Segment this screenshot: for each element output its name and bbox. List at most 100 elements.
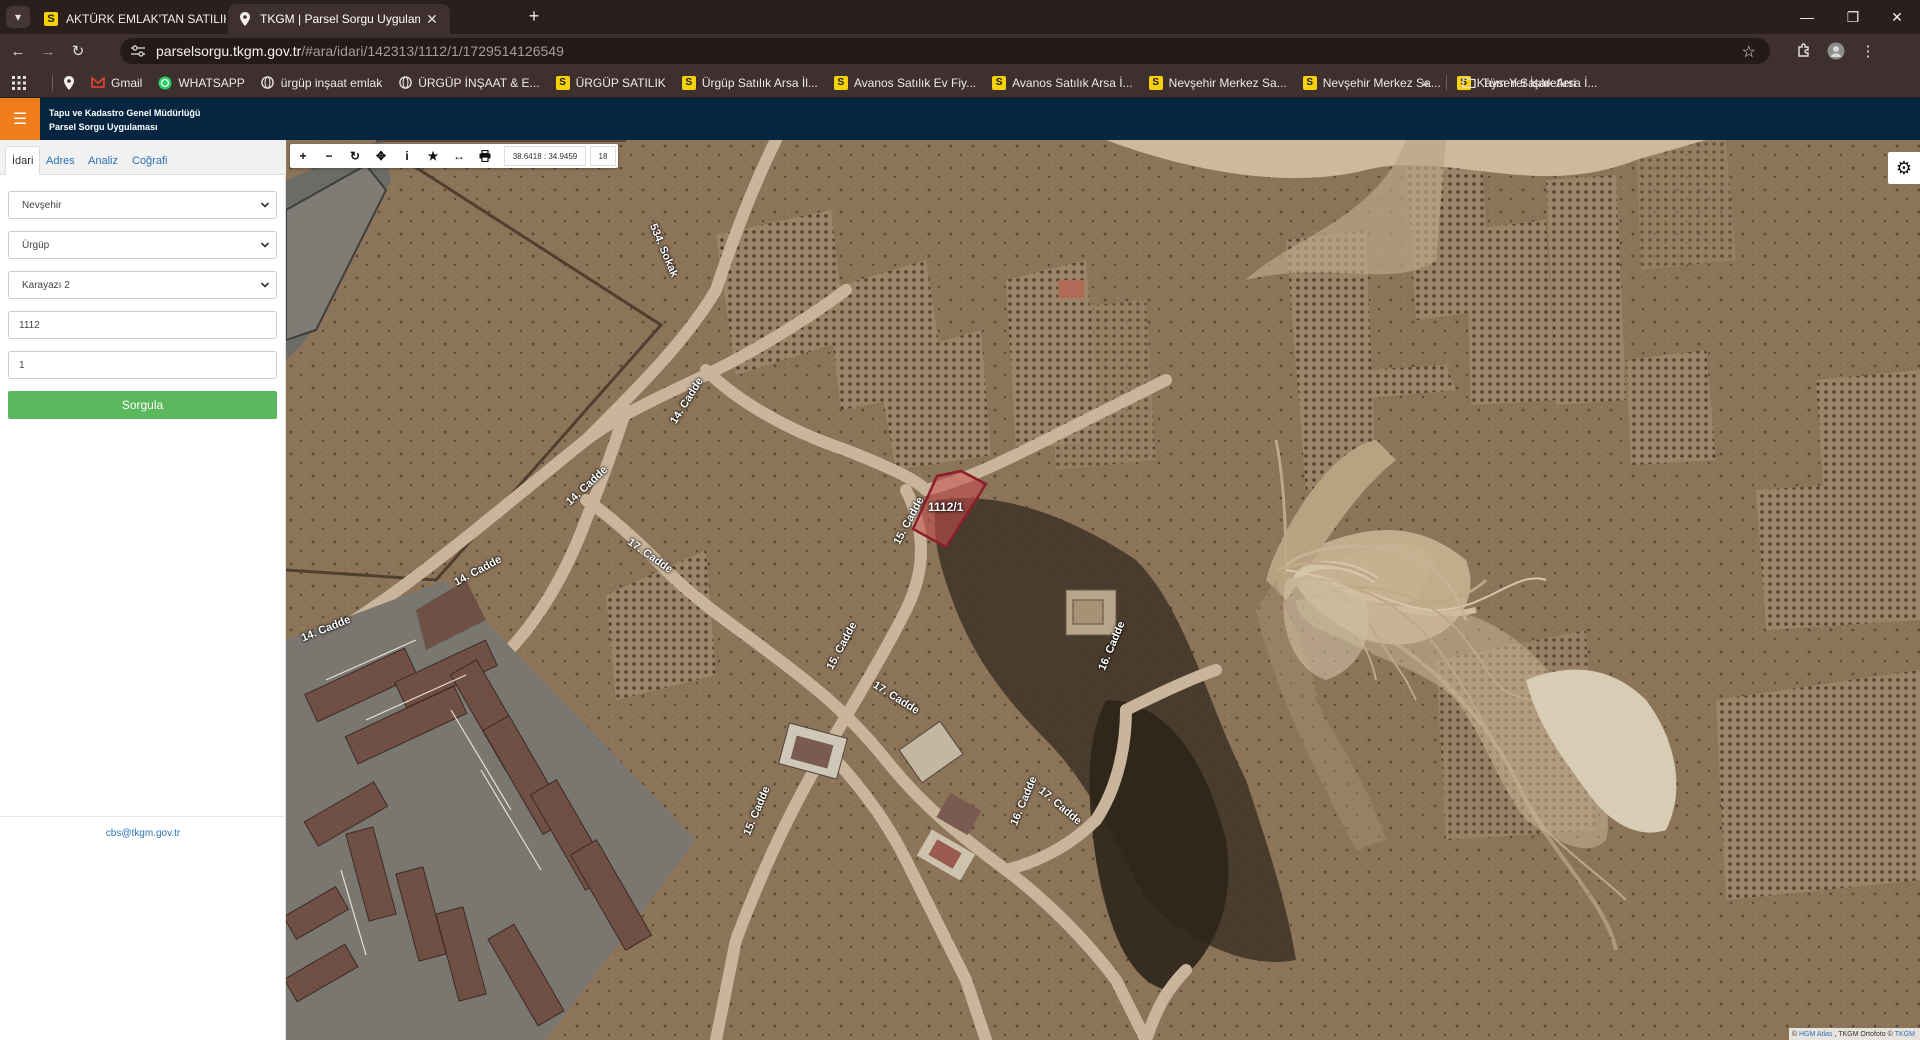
bookmark-label: Nevşehir Merkez Sa...	[1168, 75, 1287, 90]
bookmark-nevsehir-merkez-2[interactable]: S Nevşehir Merkez Sa...	[1302, 75, 1441, 90]
parsel-input[interactable]: 1	[8, 351, 277, 379]
tab-list-chevron-icon[interactable]: ▾	[6, 6, 30, 28]
folder-icon	[1462, 76, 1476, 90]
coordinate-display: 38.6418 : 34.9459	[504, 146, 586, 166]
chevron-down-icon	[260, 202, 270, 208]
window-close-icon[interactable]: ✕	[1874, 0, 1920, 34]
il-select[interactable]: Nevşehir	[8, 191, 277, 219]
move-crosshair-icon[interactable]: ✥	[368, 144, 394, 168]
apps-grid-icon[interactable]	[12, 75, 26, 90]
zoom-out-icon[interactable]: −	[316, 144, 342, 168]
s-icon: S	[1148, 75, 1163, 90]
sidebar-tabs: İdari Adres Analiz Coğrafi	[0, 140, 286, 175]
tab-cografi[interactable]: Coğrafi	[126, 146, 173, 175]
attribution-prefix: ©	[1791, 1030, 1797, 1038]
print-icon[interactable]	[472, 144, 498, 168]
mahalle-select[interactable]: Karayazı 2	[8, 271, 277, 299]
sorgula-button[interactable]: Sorgula	[8, 391, 277, 419]
url-path: /#ara/idari/142313/1112/1/1729514126549	[301, 43, 564, 59]
tkgm-link[interactable]: TKGM	[1895, 1031, 1915, 1038]
zoom-level-display: 18	[590, 146, 616, 166]
il-select-value: Nevşehir	[22, 199, 62, 211]
bookmark-label: ürgüp inşaat emlak	[280, 75, 383, 90]
refresh-icon[interactable]: ↻	[342, 144, 368, 168]
bookmark-label: ÜRGÜP SATILIK	[575, 75, 666, 90]
new-tab-plus-icon[interactable]: +	[522, 6, 546, 27]
close-tab-icon[interactable]: ✕	[424, 11, 440, 28]
ilce-select-value: Ürgüp	[22, 239, 50, 251]
zoom-in-icon[interactable]: +	[290, 144, 316, 168]
app-title: Tapu ve Kadastro Genel Müdürlüğü Parsel …	[49, 106, 200, 134]
browser-tab-bar: ▾ S AKTÜRK EMLAK'TAN SATILIK BE ✕ TKGM |…	[0, 0, 1920, 34]
tab-analiz[interactable]: Analiz	[82, 146, 124, 175]
bookmark-star-icon[interactable]: ☆	[1742, 42, 1756, 62]
attribution-middle: , TKGM Ortofoto ©	[1834, 1030, 1893, 1038]
bookmark-separator	[1446, 74, 1447, 91]
browser-toolbar: ← → ↻ parselsorgu.tkgm.gov.tr/#ara/idari…	[0, 34, 1920, 68]
s-icon: S	[44, 12, 58, 26]
bookmark-urgup-insaat-emlak[interactable]: ürgüp inşaat emlak	[261, 76, 382, 90]
bookmarks-overflow-chevron-icon[interactable]: »	[1422, 76, 1429, 90]
back-arrow-icon[interactable]: ←	[6, 40, 30, 62]
minimize-icon[interactable]: —	[1784, 0, 1830, 34]
chevron-down-icon	[260, 242, 270, 248]
reload-icon[interactable]: ↻	[66, 40, 90, 62]
bookmark-label: Avanos Satılık Ev Fiy...	[853, 75, 977, 90]
browser-tab-akturk[interactable]: S AKTÜRK EMLAK'TAN SATILIK BE ✕	[34, 4, 256, 34]
settings-gear-icon[interactable]: ⚙	[1888, 152, 1920, 184]
bookmark-urgup-satilik[interactable]: S ÜRGÜP SATILIK	[555, 75, 666, 90]
browser-tab-tkgm[interactable]: TKGM | Parsel Sorgu Uygulama ✕	[228, 4, 450, 34]
mahalle-select-value: Karayazı 2	[22, 279, 70, 291]
whatsapp-icon	[158, 76, 172, 90]
s-icon: S	[555, 75, 570, 90]
hgm-atlas-link[interactable]: HGM Atlas	[1799, 1031, 1832, 1038]
ada-input[interactable]: 1112	[8, 311, 277, 339]
more-vert-icon[interactable]: ⋮	[1856, 40, 1880, 62]
bookmark-whatsapp[interactable]: WHATSAPP	[158, 75, 245, 90]
map-toolbar: + − ↻ ✥ i ★ ↔ 38.6418 : 34.9459 18	[290, 144, 618, 168]
app-title-line2: Parsel Sorgu Uygulaması	[49, 122, 158, 132]
bookmark-urgup-insaat-e[interactable]: ÜRGÜP İNŞAAT & E...	[398, 75, 540, 90]
site-info-icon[interactable]	[130, 43, 146, 59]
restore-icon[interactable]: ❐	[1830, 0, 1876, 34]
bookmark-gmail[interactable]: Gmail	[91, 76, 142, 90]
chevron-down-icon	[260, 282, 270, 288]
bookmark-label: ÜRGÜP İNŞAAT & E...	[418, 75, 540, 90]
s-icon: S	[833, 75, 848, 90]
hamburger-menu-icon[interactable]: ☰	[0, 98, 40, 140]
bookmark-label: Gmail	[111, 75, 143, 90]
forward-arrow-icon[interactable]: →	[36, 40, 60, 62]
all-bookmarks[interactable]: Tüm Yer İşaretleri	[1462, 76, 1576, 90]
profile-avatar[interactable]	[1824, 40, 1848, 62]
tab-idari[interactable]: İdari	[5, 146, 41, 175]
address-bar[interactable]: parselsorgu.tkgm.gov.tr/#ara/idari/14231…	[120, 38, 1770, 64]
bookmark-label: Avanos Satılık Arsa İ...	[1012, 75, 1133, 90]
app-title-line1: Tapu ve Kadastro Genel Müdürlüğü	[49, 108, 201, 118]
map-view[interactable]: 534. Sokak 14. Cadde 14. Cadde 14. Cadde…	[286, 140, 1920, 1040]
maps-pin-icon[interactable]	[63, 75, 75, 90]
location-pin-icon	[238, 12, 252, 26]
globe-icon	[398, 76, 412, 90]
bookmark-separator	[52, 74, 53, 91]
extensions-puzzle-icon[interactable]	[1792, 40, 1816, 62]
s-icon: S	[1302, 75, 1317, 90]
favorite-star-icon[interactable]: ★	[420, 144, 446, 168]
bookmark-label: WHATSAPP	[178, 75, 245, 90]
info-icon[interactable]: i	[394, 144, 420, 168]
tab-title: TKGM | Parsel Sorgu Uygulama	[260, 12, 420, 26]
ada-input-value: 1112	[19, 319, 40, 331]
ilce-select[interactable]: Ürgüp	[8, 231, 277, 259]
bookmarks-bar: Gmail WHATSAPP ürgüp inşaat emlak ÜRGÜP …	[0, 68, 1920, 98]
s-icon: S	[992, 75, 1007, 90]
bookmark-label: Ürgüp Satılık Arsa İl...	[701, 75, 818, 90]
gmail-icon	[91, 76, 105, 90]
bookmark-avanos-satilik-ev[interactable]: S Avanos Satılık Ev Fiy...	[833, 75, 977, 90]
bookmark-avanos-satilik-arsa[interactable]: S Avanos Satılık Arsa İ...	[992, 75, 1133, 90]
bookmark-urgup-satilik-arsa[interactable]: S Ürgüp Satılık Arsa İl...	[681, 75, 818, 90]
map-attribution: © HGM Atlas , TKGM Ortofoto © TKGM	[1788, 1028, 1920, 1040]
measure-arrows-icon[interactable]: ↔	[446, 144, 472, 168]
parsel-input-value: 1	[19, 359, 25, 371]
bookmark-nevsehir-merkez-1[interactable]: S Nevşehir Merkez Sa...	[1148, 75, 1287, 90]
contact-email-link[interactable]: cbs@tkgm.gov.tr	[0, 816, 286, 850]
tab-adres[interactable]: Adres	[40, 146, 81, 175]
